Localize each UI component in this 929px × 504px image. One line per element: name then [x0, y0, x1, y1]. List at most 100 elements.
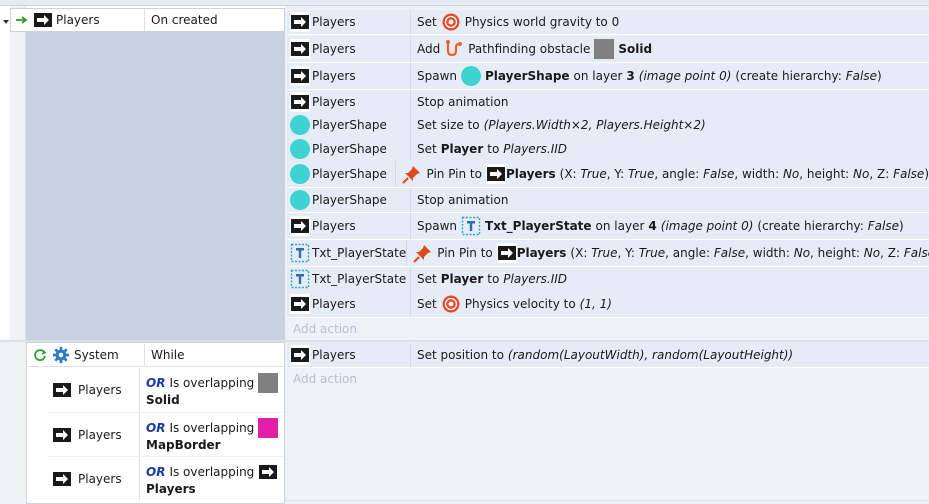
param-label: (X: — [559, 167, 577, 181]
condition-object: System — [74, 348, 119, 362]
object-name: Players — [312, 69, 356, 83]
players-sprite-icon — [33, 10, 53, 30]
players-sprite-icon — [52, 380, 72, 400]
action-row[interactable]: PlayerShape Pin Pin to Players (X: True, … — [287, 161, 929, 188]
action-object: PlayerShape — [287, 188, 411, 212]
sub-condition-object: Players — [48, 469, 139, 489]
action-param: ) — [876, 69, 882, 83]
action-row[interactable]: Players Set position to (random(LayoutWid… — [287, 343, 929, 368]
condition-object: Players — [56, 13, 100, 27]
sub-condition[interactable]: Players OR Is overlapping MapBorder — [48, 412, 284, 456]
object-name: Players — [312, 15, 356, 29]
action-text: Set position to (random(LayoutWidth), ran… — [411, 343, 793, 367]
object-name: Players — [78, 383, 122, 397]
param-label: ) — [924, 167, 929, 181]
bottom-border — [285, 500, 929, 501]
event-1-collapse-toggle[interactable] — [2, 12, 10, 28]
action-row[interactable]: Players Spawn PlayerShape on layer 3 (image … — [287, 63, 929, 90]
loop-icon — [28, 348, 52, 362]
action-text: Set Physics velocity to (1, 1) — [411, 291, 612, 317]
add-action-link[interactable]: Add action — [287, 318, 929, 340]
action-row[interactable]: Players Stop animation — [287, 90, 929, 115]
param-label: , width: — [734, 167, 780, 181]
action-object: PlayerShape — [287, 161, 397, 187]
action-param: (create hierarchy: — [735, 69, 842, 83]
sub-condition-object: Players — [48, 380, 139, 400]
action-object: Txt_PlayerState — [287, 240, 408, 266]
param-label: , angle: — [654, 167, 700, 181]
or-label: OR — [146, 376, 166, 390]
pin-icon — [413, 243, 433, 263]
action-param-value: False — [845, 69, 877, 83]
action-row[interactable]: Players Spawn Txt_PlayerState on layer 4 (im… — [287, 213, 929, 240]
action-verb: Spawn — [417, 219, 458, 233]
action-param: to — [487, 142, 500, 156]
action-verb: Set size to — [417, 118, 480, 132]
event-1-conditions-block[interactable] — [26, 32, 285, 340]
action-verb: Set — [417, 142, 437, 156]
players-sprite-icon — [497, 243, 517, 263]
playershape-circle-icon — [290, 190, 310, 210]
action-text: Set Player to Players.IID — [411, 137, 567, 161]
event-1-condition[interactable]: Players On created — [10, 8, 285, 32]
condition-text: While — [144, 344, 185, 366]
action-row[interactable]: PlayerShape Set Player to Players.IID — [287, 137, 929, 162]
physics-icon — [441, 294, 461, 314]
object-name: PlayerShape — [312, 193, 387, 207]
action-object: Players — [287, 291, 411, 317]
action-object: PlayerShape — [287, 137, 411, 161]
param-label: , height: — [799, 167, 850, 181]
event-1-margin — [10, 6, 26, 340]
param-label: , Z: — [880, 246, 901, 260]
action-value: Players.IID — [503, 272, 568, 286]
action-text: Set size to (Players.Width×2, Players.Hei… — [411, 113, 706, 137]
param-value: No — [863, 246, 881, 260]
action-object: Players — [287, 343, 411, 367]
pin-icon — [402, 164, 422, 184]
action-param: (image point 0) — [638, 69, 732, 83]
action-row[interactable]: Txt_PlayerState Pin Pin to Players (X: Tr… — [287, 240, 929, 267]
action-param: ) — [898, 219, 904, 233]
param-value: True — [628, 167, 655, 181]
event-2-system-condition[interactable]: System While — [28, 344, 284, 367]
solid-swatch-icon — [258, 373, 279, 393]
action-row[interactable]: Players Set Physics world gravity to 0 — [287, 10, 929, 35]
players-sprite-icon — [290, 345, 310, 365]
action-value: (1, 1) — [579, 297, 612, 311]
action-target: Txt_PlayerState — [485, 219, 592, 233]
players-sprite-icon — [52, 425, 72, 445]
condition-target: Solid — [146, 393, 180, 407]
param-value: False — [903, 246, 929, 260]
action-verb: Pin Pin to — [437, 246, 493, 260]
players-sprite-icon — [290, 92, 310, 112]
action-param-value: False — [867, 219, 899, 233]
event-2-margin — [0, 342, 26, 504]
action-verb: Set — [417, 272, 437, 286]
sub-condition[interactable]: Players OR Is overlapping Players — [48, 456, 284, 500]
object-name: Txt_PlayerState — [312, 272, 407, 286]
sub-condition[interactable]: Players OR Is overlapping Solid — [48, 368, 284, 412]
add-action-link[interactable]: Add action — [287, 368, 929, 390]
playershape-circle-icon — [290, 164, 310, 184]
players-sprite-icon — [486, 164, 506, 184]
action-row[interactable]: Players Add Pathfinding obstacle Solid — [287, 36, 929, 63]
param-label: , width: — [745, 246, 790, 260]
param-label: (X: — [570, 246, 588, 260]
param-value: True — [591, 246, 618, 260]
action-row[interactable]: PlayerShape Set size to (Players.Width×2,… — [287, 113, 929, 138]
param-value: False — [713, 246, 746, 260]
param-label: , Y: — [617, 246, 635, 260]
text-object-icon — [461, 216, 481, 236]
action-verb: Pin Pin to — [426, 167, 482, 181]
action-object: Players — [287, 90, 411, 114]
action-row[interactable]: Players Set Physics velocity to (1, 1) — [287, 291, 929, 318]
action-text: Set Player to Players.IID — [411, 267, 567, 291]
param-value: False — [703, 167, 735, 181]
players-sprite-icon — [290, 39, 310, 59]
action-verb: Add — [417, 42, 441, 56]
sub-condition-text: OR Is overlapping Players — [139, 457, 278, 500]
action-row[interactable]: Txt_PlayerState Set Player to Players.IID — [287, 267, 929, 292]
action-row[interactable]: PlayerShape Stop animation — [287, 188, 929, 213]
action-text: Spawn PlayerShape on layer 3 (image point 0)… — [411, 63, 882, 89]
object-name: Players — [312, 297, 356, 311]
